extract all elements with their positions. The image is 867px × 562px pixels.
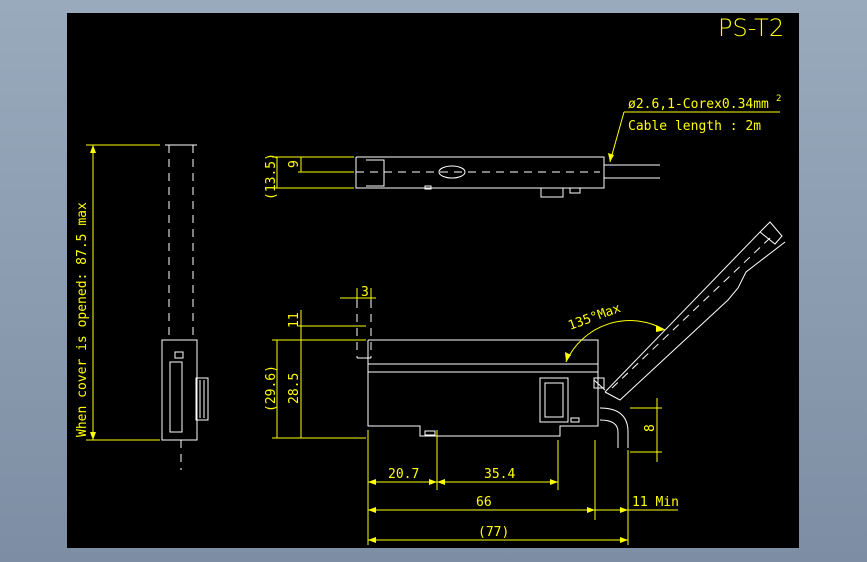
dim-66: 66 xyxy=(476,495,492,510)
dim-11-top: 11 xyxy=(287,312,302,328)
technical-drawing: PS-T2 When cover is opened: 87.5 max (13… xyxy=(75,14,786,545)
dim-8: 8 xyxy=(643,424,658,432)
dim-29-6: (29.6) xyxy=(264,365,279,412)
dim-77: (77) xyxy=(478,525,509,540)
cover-note-label: When cover is opened: 87.5 max xyxy=(75,202,90,437)
top-view xyxy=(300,156,660,198)
dim-35-4: 35.4 xyxy=(484,467,515,482)
cover-dimension: When cover is opened: 87.5 max xyxy=(75,144,160,441)
dim-3: 3 xyxy=(361,285,369,300)
cable-spec-superscript: 2 xyxy=(776,94,781,104)
drawing-title: PS-T2 xyxy=(718,14,784,42)
cable-length-label: Cable length : 2m xyxy=(628,119,761,134)
dim-28-5: 28.5 xyxy=(287,373,302,404)
dim-9: 9 xyxy=(287,160,302,168)
application-frame: PS-T2 When cover is opened: 87.5 max (13… xyxy=(0,0,867,562)
side-view xyxy=(161,144,209,470)
dim-20-7: 20.7 xyxy=(388,467,419,482)
top-view-dimensions: (13.5) 9 xyxy=(264,153,354,200)
drawing-canvas[interactable]: PS-T2 When cover is opened: 87.5 max (13… xyxy=(67,13,799,548)
dim-135-max: 135°Max xyxy=(566,301,623,334)
dim-11-min: 11 Min xyxy=(632,495,679,510)
cable-callout: ø2.6,1-Corex0.34mm 2 Cable length : 2m xyxy=(608,94,781,163)
front-view-dimensions: 3 11 (29.6) 28.5 135°Max 8 20.7 35.4 66 … xyxy=(264,285,679,545)
opened-cover xyxy=(604,221,786,401)
cable-spec-label: ø2.6,1-Corex0.34mm xyxy=(628,97,769,112)
dim-13-5: (13.5) xyxy=(264,153,279,200)
